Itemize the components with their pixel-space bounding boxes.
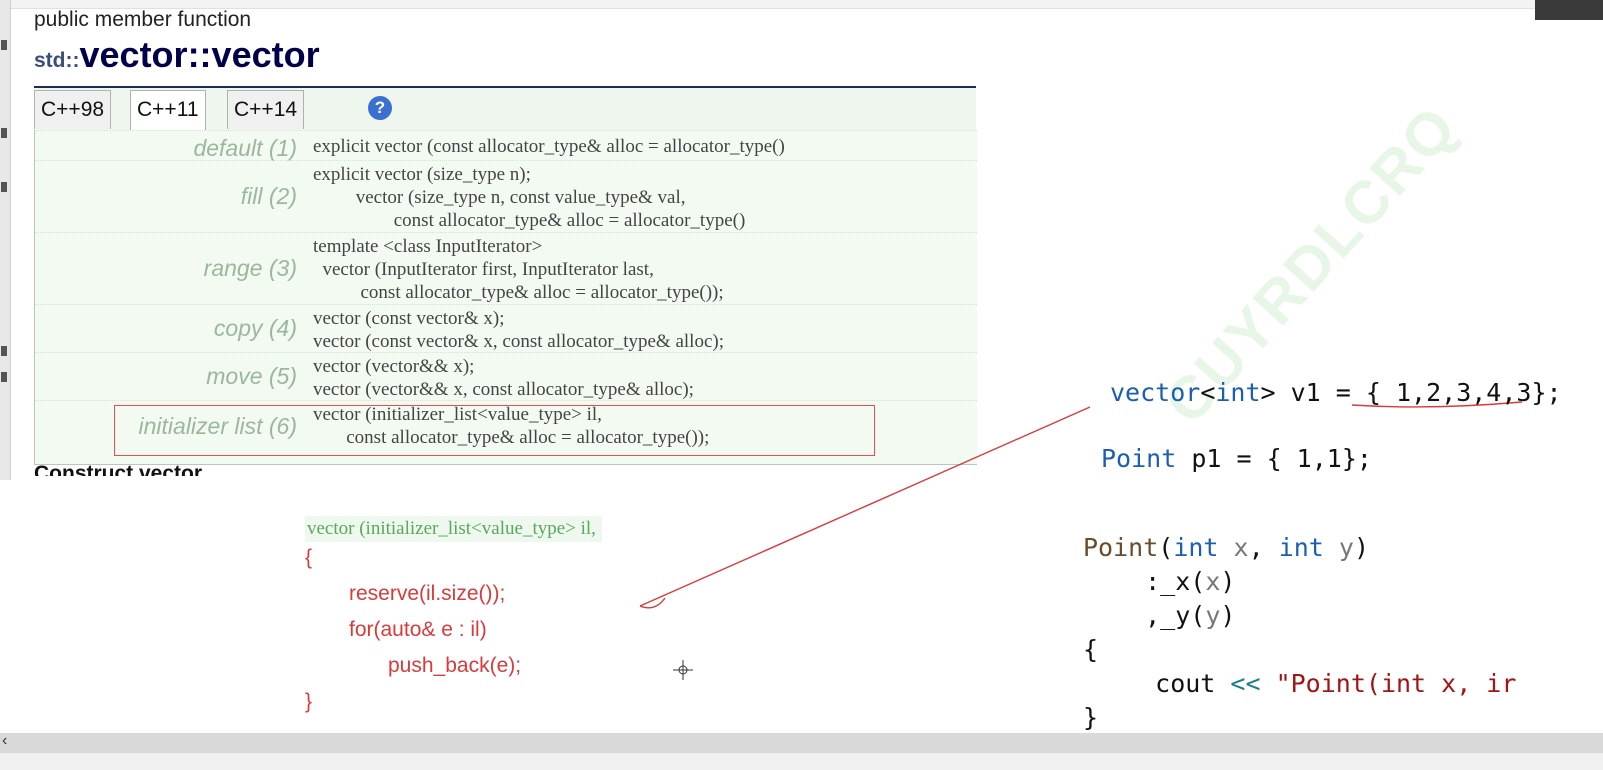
init-y-post: ): [1220, 601, 1236, 630]
code-init-x: :_x(x): [1115, 567, 1235, 596]
init-y-pre: ,_y(: [1115, 601, 1206, 630]
p1-rest: p1 = { 1,1};: [1176, 444, 1372, 473]
cout-op: <<: [1230, 669, 1261, 698]
code-cout: cout << "Point(int x, ir: [1110, 669, 1516, 698]
annotation-hook: [639, 597, 666, 609]
cout-kw: cout: [1110, 669, 1231, 698]
init-x-pre: :_x(: [1115, 567, 1206, 596]
init-x-post: ): [1220, 567, 1236, 596]
ctor-open: (: [1158, 533, 1174, 562]
code-brace-close: }: [1083, 703, 1099, 732]
v1-rest: > v1 = { 1,2,3,4,3};: [1260, 378, 1562, 407]
scroll-left-icon[interactable]: ‹: [2, 732, 7, 750]
code-init-y: ,_y(y): [1115, 601, 1235, 630]
horizontal-scrollbar[interactable]: ‹: [0, 732, 1603, 753]
cursor-crosshair-icon: [673, 660, 693, 680]
ctor-int1: int: [1173, 533, 1219, 562]
v1-tpl-open: <: [1200, 378, 1216, 407]
ctor-x: x: [1218, 533, 1249, 562]
code-brace-open: {: [1083, 635, 1099, 664]
ctor-name: Point: [1083, 533, 1159, 562]
code-p1: Point p1 = { 1,1};: [1101, 444, 1372, 473]
init-x-arg: x: [1205, 567, 1221, 596]
ctor-comma: ,: [1248, 533, 1279, 562]
ctor-close: ): [1353, 533, 1370, 562]
status-bar: [0, 753, 1603, 770]
v1-type: vector: [1110, 378, 1201, 407]
v1-tpl-kw: int: [1215, 378, 1261, 407]
cout-str: "Point(int x, ir: [1260, 669, 1517, 698]
annotation-arrow: [639, 406, 1091, 607]
code-ctor-sig: Point(int x, int y): [1083, 533, 1369, 562]
init-y-arg: y: [1205, 601, 1221, 630]
ctor-int2: int: [1278, 533, 1324, 562]
ctor-y: y: [1323, 533, 1354, 562]
code-v1: vector<int> v1 = { 1,2,3,4,3};: [1110, 378, 1562, 407]
p1-type: Point: [1101, 444, 1177, 473]
